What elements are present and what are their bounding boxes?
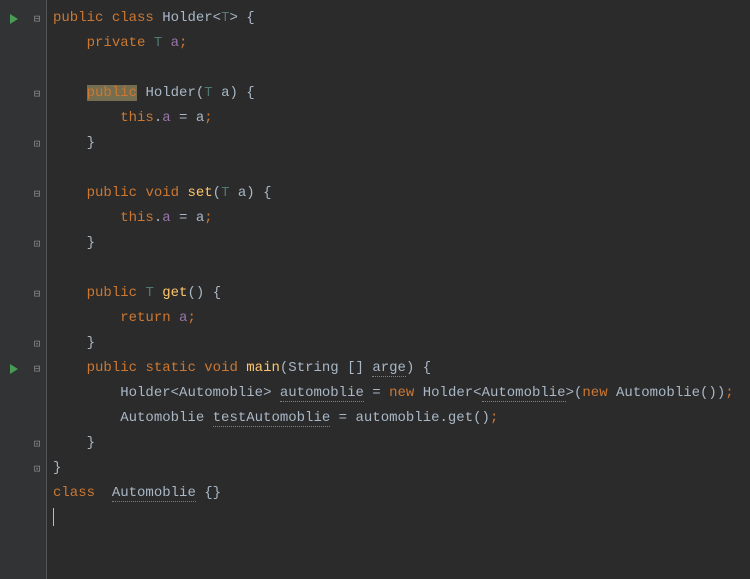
keyword: public [53,10,103,26]
code-line[interactable]: public T get() { [53,281,750,306]
var: automoblie [355,410,439,426]
fold-close-icon[interactable] [32,239,42,249]
code-line[interactable]: class Automoblie {} [53,481,750,506]
gutter-run-marker[interactable] [0,356,46,381]
code-line[interactable]: public static void main(String [] arge) … [53,356,750,381]
code-line[interactable]: } [53,431,750,456]
code-line[interactable] [53,256,750,281]
type: Automoblie [179,385,263,401]
keyword: private [87,35,146,51]
field: a [171,35,179,51]
code-editor: public class Holder<T> { private T a; pu… [0,0,750,579]
field: a [162,110,170,126]
var: a [196,110,204,126]
gutter-fold[interactable] [0,181,46,206]
param: arge [372,360,406,377]
type: Automoblie [482,385,566,402]
type-param: T [154,35,162,51]
code-line[interactable]: Automoblie testAutomoblie = automoblie.g… [53,406,750,431]
fold-icon[interactable] [32,189,42,199]
fold-icon[interactable] [32,14,42,24]
run-icon [10,14,18,24]
keyword: new [582,385,607,401]
code-line[interactable]: } [53,331,750,356]
class-name: Holder [162,10,212,26]
type: String [288,360,338,376]
fold-icon[interactable] [32,289,42,299]
code-line[interactable]: return a; [53,306,750,331]
keyword: void [204,360,238,376]
code-line[interactable]: public void set(T a) { [53,181,750,206]
gutter-fold[interactable] [0,456,46,481]
gutter-fold[interactable] [0,131,46,156]
code-line[interactable]: this.a = a; [53,106,750,131]
code-line[interactable]: } [53,456,750,481]
fold-close-icon[interactable] [32,439,42,449]
code-area[interactable]: public class Holder<T> { private T a; pu… [47,0,750,579]
method: main [246,360,280,376]
fold-icon[interactable] [32,364,42,374]
method-call: get [448,410,473,426]
var: a [196,210,204,226]
keyword: public [87,285,137,301]
code-line[interactable]: this.a = a; [53,206,750,231]
keyword: this [120,210,154,226]
type: Automoblie [120,410,204,426]
type-param: T [145,285,153,301]
field: a [162,210,170,226]
type: Holder [120,385,170,401]
type: Holder [423,385,473,401]
gutter-run-marker[interactable] [0,6,46,31]
constructor: Holder [145,85,195,101]
gutter [0,0,47,579]
gutter-fold[interactable] [0,431,46,456]
caret-icon [53,508,54,526]
fold-close-icon[interactable] [32,339,42,349]
class-name: Automoblie [112,485,196,502]
method: get [162,285,187,301]
keyword: public [87,85,137,101]
fold-icon[interactable] [32,89,42,99]
code-line[interactable] [53,506,750,531]
method: set [187,185,212,201]
run-icon [10,364,18,374]
code-line[interactable] [53,156,750,181]
code-line[interactable] [53,56,750,81]
keyword: this [120,110,154,126]
gutter-fold[interactable] [0,231,46,256]
gutter-fold[interactable] [0,81,46,106]
keyword: void [145,185,179,201]
keyword: new [389,385,414,401]
code-line[interactable]: private T a; [53,31,750,56]
code-line[interactable]: } [53,231,750,256]
gutter-fold[interactable] [0,281,46,306]
code-line[interactable]: public class Holder<T> { [53,6,750,31]
code-line[interactable]: } [53,131,750,156]
keyword: static [145,360,195,376]
type: Automoblie [616,385,700,401]
keyword: public [87,185,137,201]
fold-close-icon[interactable] [32,139,42,149]
keyword: class [53,485,95,501]
keyword: class [112,10,154,26]
type-param: T [204,85,212,101]
keyword: return [120,310,170,326]
fold-close-icon[interactable] [32,464,42,474]
type-param: T [221,185,229,201]
gutter-fold[interactable] [0,331,46,356]
code-line[interactable]: Holder<Automoblie> automoblie = new Hold… [53,381,750,406]
var: automoblie [280,385,364,402]
keyword: public [87,360,137,376]
code-line[interactable]: public Holder(T a) { [53,81,750,106]
var: testAutomoblie [213,410,331,427]
